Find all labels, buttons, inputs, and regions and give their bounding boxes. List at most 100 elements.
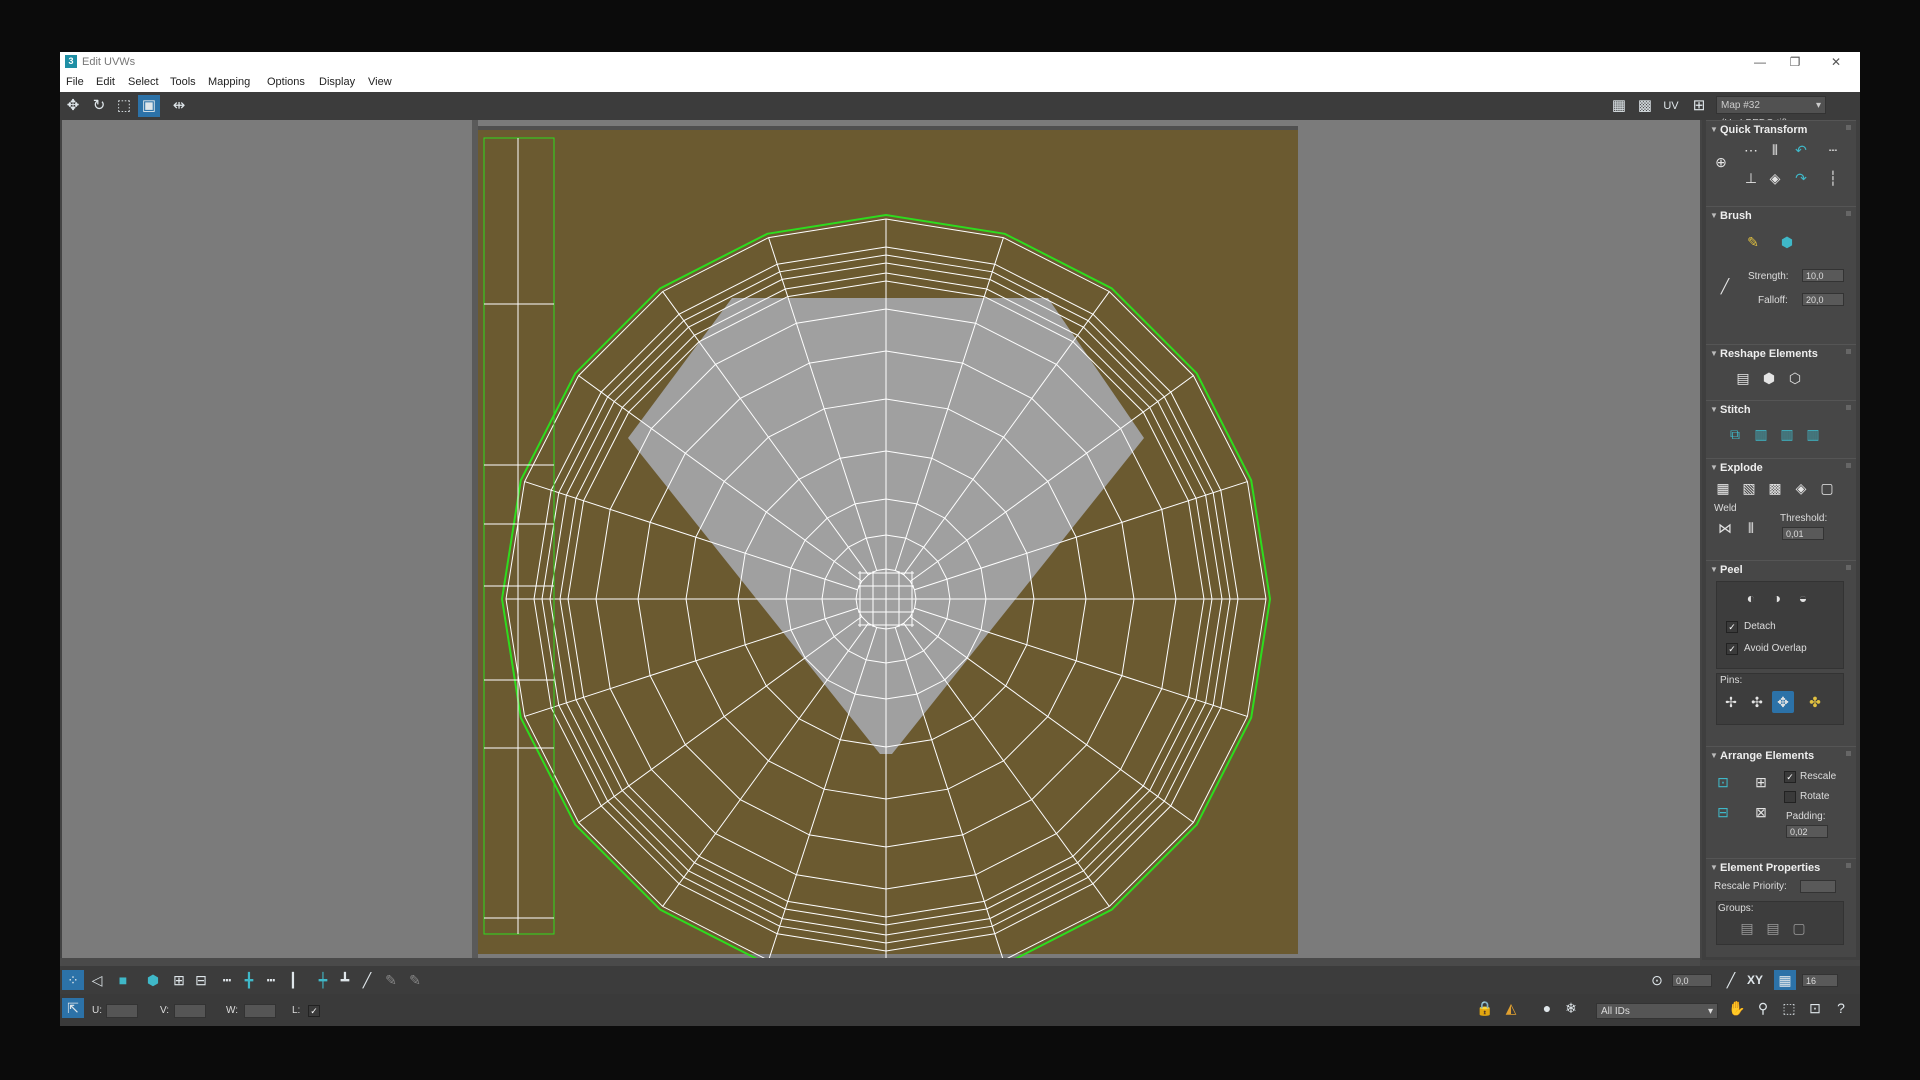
angle-snap-icon[interactable]: ⊙ (1646, 970, 1668, 990)
pin-auto-icon[interactable]: ✥ (1772, 691, 1794, 713)
soft-select-icon[interactable]: ◭ (1500, 998, 1522, 1018)
collapse-arrow-icon[interactable]: ▼ (1710, 211, 1718, 220)
grid-size-spinner[interactable]: 16 (1802, 974, 1838, 987)
falloff-spinner[interactable]: 20,0 (1802, 293, 1844, 306)
rotate-cw-icon[interactable]: ↷ (1790, 167, 1812, 189)
w-coordinate-field[interactable] (244, 1004, 276, 1018)
freeze-icon[interactable]: ❄ (1560, 998, 1582, 1018)
peel-lscm-icon[interactable]: ◑ (1766, 587, 1788, 609)
pan-hand-icon[interactable]: ✋ (1726, 998, 1748, 1018)
uv-axis-label[interactable]: UV (1660, 95, 1682, 117)
select-seam-icon[interactable]: ┻ (334, 970, 356, 990)
transform-mode-icon[interactable]: ⇱ (62, 998, 84, 1018)
element-mode-icon[interactable]: ⬢ (142, 970, 164, 990)
point-to-point-icon[interactable]: ┃ (282, 970, 304, 990)
zoom-region-icon[interactable]: ⬚ (1778, 998, 1800, 1018)
stitch-custom-icon[interactable]: ⧉ (1724, 423, 1746, 445)
explode-flatten-icon[interactable]: ◈ (1790, 477, 1812, 499)
space-vertical-icon[interactable]: ┆ (1822, 167, 1844, 189)
menu-mapping[interactable]: Mapping (208, 76, 250, 88)
freeform-icon[interactable]: ▣ (138, 95, 160, 117)
threshold-spinner[interactable]: 0,01 (1782, 527, 1824, 540)
rotate-ccw-icon[interactable]: ↶ (1790, 139, 1812, 161)
pivot-icon[interactable]: ⊕ (1710, 151, 1732, 173)
menu-select[interactable]: Select (128, 76, 159, 88)
align-horizontal-icon[interactable]: ⋯ (1740, 139, 1762, 161)
shrink-selection-icon[interactable]: ⊟ (190, 970, 212, 990)
l-checkbox[interactable]: ✓ (308, 1005, 320, 1017)
edge-mode-icon[interactable]: ◁ (86, 970, 108, 990)
angle-spinner[interactable]: 0,0 (1672, 974, 1712, 987)
select-by-uv-icon[interactable]: ┿ (312, 970, 334, 990)
peel-reset-icon[interactable]: ◒ (1792, 587, 1814, 609)
paint-select-icon[interactable]: ╱ (356, 970, 378, 990)
group-remove-icon[interactable]: ▤ (1762, 917, 1784, 939)
lock-icon[interactable]: 🔒 (1474, 998, 1496, 1018)
hide-icon[interactable]: ● (1536, 998, 1558, 1018)
zoom-icon[interactable]: ⚲ (1752, 998, 1774, 1018)
peel-quick-icon[interactable]: ◐ (1740, 587, 1762, 609)
collapse-arrow-icon[interactable]: ▼ (1710, 405, 1718, 414)
rescale-checkbox[interactable]: ✓ (1784, 771, 1796, 783)
checker-icon[interactable]: ▦ (1608, 95, 1630, 117)
avoid-overlap-checkbox[interactable]: ✓ (1726, 643, 1738, 655)
pack-normalize-icon[interactable]: ⊡ (1712, 771, 1734, 793)
weld-selected-icon[interactable]: ⋈ (1714, 517, 1736, 539)
mirror-icon[interactable]: ⇹ (168, 95, 190, 117)
polygon-mode-icon[interactable]: ■ (112, 970, 134, 990)
group-select-icon[interactable]: ▢ (1788, 917, 1810, 939)
brush-falloff-curve-icon[interactable]: ╱ (1714, 275, 1736, 297)
explode-options-icon[interactable]: ▢ (1816, 477, 1838, 499)
loop-selection-icon[interactable]: ┅ (216, 970, 238, 990)
mirror-line-icon[interactable]: ╱ (1720, 970, 1742, 990)
rescale-priority-spinner[interactable] (1800, 880, 1836, 893)
straighten-icon[interactable]: ◈ (1764, 167, 1786, 189)
maximize-button[interactable]: ❐ (1775, 52, 1815, 72)
minimize-button[interactable]: — (1740, 52, 1780, 72)
detach-checkbox[interactable]: ✓ (1726, 621, 1738, 633)
move-icon[interactable]: ✥ (62, 95, 84, 117)
ring-selection-icon[interactable]: ╋ (238, 970, 260, 990)
uv-canvas[interactable] (62, 120, 1700, 958)
strength-spinner[interactable]: 10,0 (1802, 269, 1844, 282)
relax-cube-icon[interactable]: ⬢ (1758, 367, 1780, 389)
scale-icon[interactable]: ⬚ (113, 95, 135, 117)
help-icon[interactable]: ? (1830, 998, 1852, 1018)
grow-selection-icon[interactable]: ⊞ (168, 970, 190, 990)
brush-deselect-icon[interactable]: ✎ (404, 970, 426, 990)
relax-brush-icon[interactable]: ⬢ (1776, 231, 1798, 253)
menu-file[interactable]: File (66, 76, 84, 88)
stitch-to-target-icon[interactable]: ▥ (1802, 423, 1824, 445)
explode-by-material-icon[interactable]: ▧ (1738, 477, 1760, 499)
uv-viewport[interactable] (62, 120, 1700, 958)
menu-view[interactable]: View (368, 76, 392, 88)
grid-snap-icon[interactable]: ▦ (1774, 970, 1796, 990)
collapse-arrow-icon[interactable]: ▼ (1710, 463, 1718, 472)
brush-select-icon[interactable]: ✎ (380, 970, 402, 990)
stitch-average-icon[interactable]: ▥ (1776, 423, 1798, 445)
menu-display[interactable]: Display (319, 76, 355, 88)
rotate-checkbox[interactable] (1784, 791, 1796, 803)
pack-custom-icon[interactable]: ⊞ (1750, 771, 1772, 793)
paint-brush-icon[interactable]: ✎ (1742, 231, 1764, 253)
align-to-edge-icon[interactable]: ⊥ (1740, 167, 1762, 189)
straighten-cube-icon[interactable]: ⬡ (1784, 367, 1806, 389)
edge-loop-icon[interactable]: ┅ (260, 970, 282, 990)
menu-tools[interactable]: Tools (170, 76, 196, 88)
zoom-extents-icon[interactable]: ⊡ (1804, 998, 1826, 1018)
pack-together-icon[interactable]: ⊟ (1712, 801, 1734, 823)
padding-spinner[interactable]: 0,02 (1786, 825, 1828, 838)
show-map-icon[interactable]: ▩ (1634, 95, 1656, 117)
collapse-arrow-icon[interactable]: ▼ (1710, 349, 1718, 358)
menu-edit[interactable]: Edit (96, 76, 115, 88)
pin-remove-icon[interactable]: ✣ (1746, 691, 1768, 713)
close-button[interactable]: ✕ (1816, 52, 1856, 72)
collapse-arrow-icon[interactable]: ▼ (1710, 863, 1718, 872)
texture-options-icon[interactable]: ⊞ (1688, 95, 1710, 117)
vertex-mode-icon[interactable]: ⁘ (62, 970, 84, 990)
explode-to-elements-icon[interactable]: ▩ (1764, 477, 1786, 499)
u-coordinate-field[interactable] (106, 1004, 138, 1018)
collapse-arrow-icon[interactable]: ▼ (1710, 565, 1718, 574)
pack-options-icon[interactable]: ⊠ (1750, 801, 1772, 823)
pin-select-icon[interactable]: ✤ (1804, 691, 1826, 713)
